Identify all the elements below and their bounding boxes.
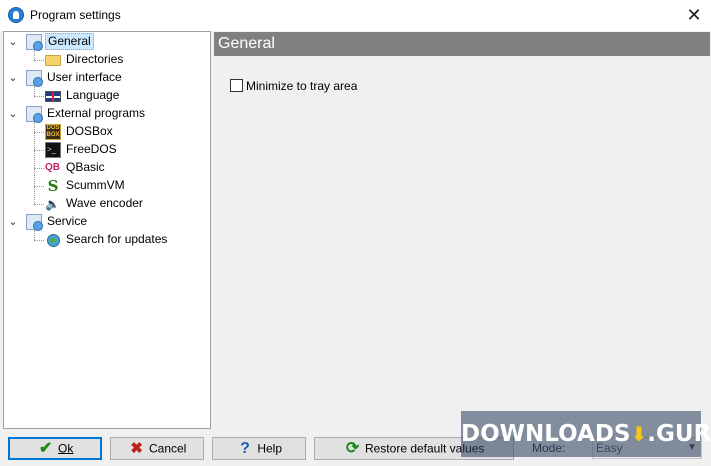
tree-item-label: User interface: [47, 70, 122, 84]
globe-icon: [47, 234, 60, 247]
tree-item-label: External programs: [47, 106, 146, 120]
folder-icon: [45, 55, 61, 66]
tree-item-label: FreeDOS: [66, 142, 117, 156]
tree-item-label: Directories: [66, 52, 124, 66]
settings-icon: [26, 70, 43, 87]
checkmark-icon: ✔: [38, 440, 53, 458]
tree-item-qbasic[interactable]: QB QBasic: [4, 159, 210, 177]
title-bar: Program settings ✕: [0, 0, 711, 31]
chevron-down-icon[interactable]: ⌄: [8, 69, 18, 87]
restore-defaults-button[interactable]: ⟳ Restore default values: [314, 437, 514, 460]
tree-item-scummvm[interactable]: S ScummVM: [4, 177, 210, 195]
tree-item-dosbox[interactable]: DOS BOX DOSBox: [4, 123, 210, 141]
tree-item-general[interactable]: ⌄ General: [4, 33, 210, 51]
panel-title: General: [214, 32, 710, 56]
ok-button-label: Ok: [58, 441, 74, 456]
tree-item-label: Language: [66, 88, 120, 102]
checkbox-label[interactable]: Minimize to tray area: [246, 79, 357, 93]
mode-label: Mode:: [532, 441, 566, 455]
mode-select[interactable]: Easy ▼: [592, 437, 702, 459]
tree-item-label: Service: [47, 214, 88, 228]
tree-item-freedos[interactable]: >_ FreeDOS: [4, 141, 210, 159]
tree-item-label: DOSBox: [66, 124, 113, 138]
chevron-down-icon[interactable]: ▼: [687, 438, 697, 458]
tree-item-wave-encoder[interactable]: 🔈 Wave encoder: [4, 195, 210, 213]
scummvm-icon: S: [47, 177, 59, 195]
mode-value: Easy: [596, 441, 623, 455]
tree-item-label: General: [45, 33, 94, 50]
window-title: Program settings: [30, 8, 121, 22]
tree-item-label: QBasic: [66, 160, 105, 174]
help-icon: ?: [240, 440, 250, 458]
tree-item-service[interactable]: ⌄ Service: [4, 213, 210, 231]
refresh-icon: ⟳: [345, 440, 360, 458]
tree-item-language[interactable]: Language: [4, 87, 210, 105]
speaker-icon: 🔈: [45, 197, 60, 211]
settings-icon: [26, 106, 43, 123]
chevron-down-icon[interactable]: ⌄: [8, 33, 18, 51]
tree-item-directories[interactable]: Directories: [4, 51, 210, 69]
tree-item-label: ScummVM: [66, 178, 125, 192]
tree-item-external-programs[interactable]: ⌄ External programs: [4, 105, 210, 123]
settings-tree[interactable]: ⌄ General Directories ⌄ User interface L…: [3, 31, 211, 429]
uk-flag-icon: [45, 91, 61, 102]
restore-button-label: Restore default values: [364, 441, 485, 456]
help-button[interactable]: ? Help: [212, 437, 306, 460]
settings-icon: [26, 214, 43, 231]
tree-item-label: Search for updates: [66, 232, 168, 246]
app-icon: [8, 7, 24, 23]
terminal-icon: >_: [45, 142, 61, 158]
window-body: ⌄ General Directories ⌄ User interface L…: [0, 31, 711, 466]
checkbox-box[interactable]: [230, 79, 243, 92]
tree-item-search-for-updates[interactable]: Search for updates: [4, 231, 210, 249]
chevron-down-icon[interactable]: ⌄: [8, 105, 18, 123]
chevron-down-icon[interactable]: ⌄: [8, 213, 18, 231]
cancel-button[interactable]: ✖ Cancel: [110, 437, 204, 460]
close-icon: ✖: [130, 440, 143, 458]
close-button[interactable]: ✕: [683, 5, 705, 25]
dosbox-icon: DOS BOX: [45, 124, 61, 140]
help-button-label: Help: [257, 441, 283, 456]
settings-icon: [26, 34, 43, 51]
cancel-button-label: Cancel: [148, 441, 187, 456]
tree-item-user-interface[interactable]: ⌄ User interface: [4, 69, 210, 87]
tree-item-label: Wave encoder: [66, 196, 143, 210]
ok-button[interactable]: ✔ Ok: [8, 437, 102, 460]
qbasic-icon: QB: [45, 162, 60, 173]
